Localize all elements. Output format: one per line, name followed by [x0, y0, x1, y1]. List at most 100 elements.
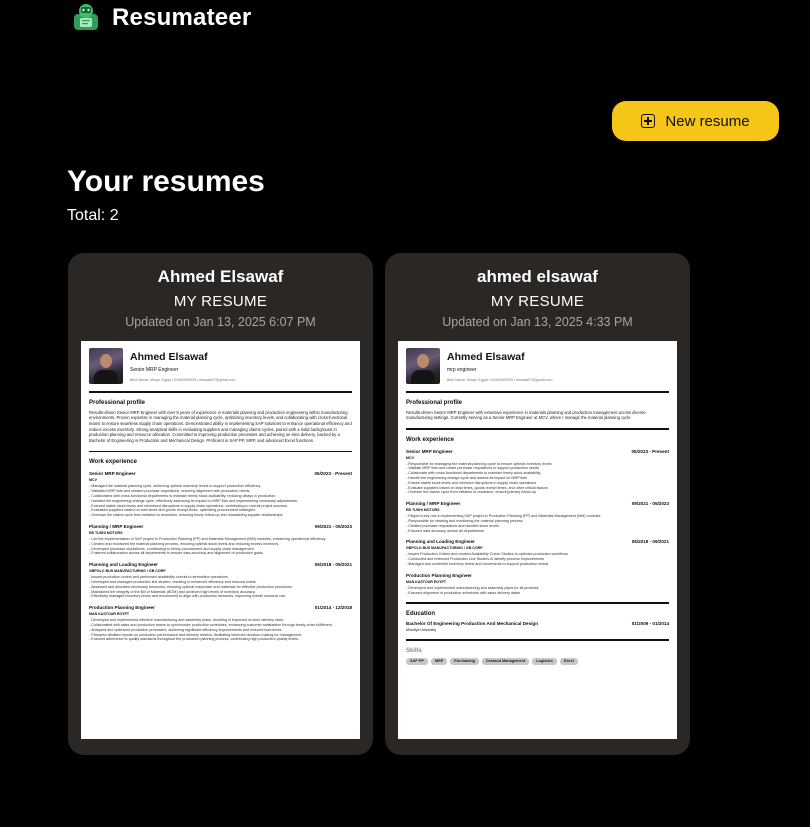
divider: [406, 602, 669, 604]
resume-preview[interactable]: Ahmed Elsawaf mrp engineer Beni Mazar, M…: [398, 341, 677, 739]
section-title: Skills: [406, 647, 422, 654]
preview-role: mrp engineer: [447, 367, 477, 373]
job-bullet: Ensured alignment of production schedule…: [406, 591, 669, 596]
page-title: Your resumes: [67, 165, 265, 198]
skill-chip: Logistics: [532, 657, 557, 665]
job-date: 01/2014 - 12/2018: [314, 605, 352, 611]
divider: [406, 391, 669, 393]
job-company: MAN KASTOUR EGYPT: [406, 579, 447, 584]
profile-photo: [89, 348, 123, 384]
job-header: Production Planning Engineer 01/2014 - 12…: [89, 605, 352, 610]
app-title[interactable]: Resumateer: [112, 4, 251, 32]
job-bullets: Led the implementation of SAP project in…: [89, 537, 352, 556]
preview-name: Ahmed Elsawaf: [447, 351, 525, 363]
divider: [89, 450, 352, 453]
job-entry: Senior MRP Engineer 05/2023 - Present MCV R…: [406, 449, 669, 496]
skill-chip: Purchasing: [450, 657, 479, 665]
job-entry: Planning and Loading Engineer 06/2018 - 0…: [406, 539, 669, 566]
preview-fade: [81, 679, 360, 739]
job-bullet: Managed and controlled inventory levels …: [406, 562, 669, 567]
profile-photo: [406, 348, 440, 384]
job-date: 05/2023 - Present: [631, 448, 669, 454]
job-title: Planning / MRP Engineer: [406, 501, 461, 507]
updated-timestamp: Updated on Jan 13, 2025 4:33 PM: [442, 315, 633, 329]
skill-chip: Excel: [559, 657, 578, 665]
new-resume-label: New resume: [665, 112, 750, 130]
job-entry: Planning and Loading Engineer 06/2018 - 0…: [89, 562, 352, 599]
resume-owner-name: Ahmed Elsawaf: [157, 267, 284, 286]
job-bullet: Fostered collaboration across all depart…: [89, 551, 352, 556]
skill-list: SAP PP MRP Purchasing Demand Management Logi…: [406, 657, 669, 665]
job-bullet: Effectively managed inventory levels and…: [89, 594, 352, 599]
job-header: Senior MRP Engineer 05/2023 - Present: [89, 471, 352, 476]
job-title: Senior MRP Engineer: [89, 471, 136, 477]
job-company: GBPOLO BUS MANUFACTURING / GB CORP: [89, 569, 166, 574]
job-bullet: Oversee the claims cycle from initiation…: [406, 490, 669, 495]
resume-count: Total: 2: [67, 207, 119, 224]
plus-square-icon: [641, 114, 656, 128]
job-bullet: Ensured data accuracy across all departm…: [406, 529, 669, 534]
job-bullets: Responsible for managing the material pl…: [406, 462, 669, 496]
job-bullets: Managed the material planning cycle, ach…: [89, 484, 352, 518]
job-bullets: Issued production orders and performed a…: [89, 575, 352, 599]
job-bullet: Ensured adherence to quality standards t…: [89, 637, 352, 642]
job-bullets: Issued Production Orders and created Ava…: [406, 552, 669, 566]
divider: [406, 638, 669, 641]
job-entry: Production Planning Engineer MAN KASTOUR …: [406, 573, 669, 596]
divider: [406, 428, 669, 430]
updated-timestamp: Updated on Jan 13, 2025 6:07 PM: [125, 315, 316, 329]
job-entry: Planning / MRP Engineer 09/2021 - 05/2023…: [89, 524, 352, 556]
job-header: Planning / MRP Engineer 09/2021 - 05/2023: [89, 524, 352, 529]
section-title: Work experience: [89, 459, 137, 466]
job-header: Senior MRP Engineer 05/2023 - Present: [406, 449, 669, 454]
new-resume-button[interactable]: New resume: [612, 101, 779, 141]
job-header: Planning / MRP Engineer 09/2021 - 05/2023: [406, 501, 669, 506]
divider: [89, 391, 352, 393]
job-title: Production Planning Engineer: [406, 572, 472, 578]
job-entry: Planning / MRP Engineer 09/2021 - 05/2023…: [406, 501, 669, 533]
education-school: Minufiya University: [406, 627, 437, 632]
job-date: 06/2018 - 09/2021: [314, 562, 352, 568]
skill-chip: MRP: [430, 657, 448, 665]
job-date: 06/2018 - 09/2021: [631, 539, 669, 545]
profile-summary: Results-driven Senior MRP Engineer with …: [406, 409, 646, 421]
job-list: Senior MRP Engineer 05/2023 - Present MCV R…: [406, 449, 669, 596]
logo-icon[interactable]: [70, 2, 102, 34]
section-title: Work experience: [406, 436, 454, 443]
resume-name: MY RESUME: [173, 293, 268, 310]
job-bullets: Developed and implemented manufacturing …: [406, 586, 669, 596]
job-company: EB TUSHI MOTORS: [89, 530, 123, 535]
job-date: 09/2021 - 05/2023: [631, 501, 669, 507]
job-company: EB TUSHI MOTORS: [406, 508, 440, 513]
resume-card[interactable]: Ahmed Elsawaf MY RESUME Updated on Jan 1…: [68, 253, 373, 755]
education-date: 01/2009 - 01/2014: [631, 620, 669, 626]
resume-card[interactable]: ahmed elsawaf MY RESUME Updated on Jan 1…: [385, 253, 690, 755]
skill-chip: Demand Management: [481, 657, 530, 665]
job-company: MAN KASTOUR EGYPT: [89, 612, 130, 617]
job-header: Production Planning Engineer: [406, 573, 669, 578]
preview-name: Ahmed Elsawaf: [130, 351, 208, 363]
education-degree: Bachelor Of Engineering Production And M…: [406, 620, 539, 626]
job-header: Planning and Loading Engineer 06/2018 - 0…: [406, 539, 669, 544]
job-company: MCV: [89, 478, 97, 483]
preview-contact: Beni Mazar, Minya, Egypt • 01062905929 •…: [447, 378, 553, 382]
preview-contact: Beni Mazar, Minya, Egypt • 01062905929 •…: [130, 378, 236, 382]
job-title: Planning and Loading Engineer: [406, 539, 475, 545]
job-title: Planning / MRP Engineer: [89, 523, 144, 529]
preview-role: Senior MRP Engineer: [130, 367, 179, 373]
section-title: Professional profile: [89, 399, 146, 406]
job-entry: Production Planning Engineer 01/2014 - 12…: [89, 605, 352, 642]
resume-preview[interactable]: Ahmed Elsawaf Senior MRP Engineer Beni M…: [81, 341, 360, 739]
profile-summary: Results-driven Senior MRP Engineer with …: [89, 409, 352, 444]
app-header: Resumateer: [70, 2, 251, 34]
job-entry: Senior MRP Engineer 05/2023 - Present MCVM…: [89, 471, 352, 518]
section-title: Education: [406, 610, 436, 617]
education-row: Bachelor Of Engineering Production And M…: [406, 621, 669, 626]
skill-chip: SAP PP: [406, 657, 428, 665]
job-title: Production Planning Engineer: [89, 605, 155, 611]
job-company: MCV: [406, 455, 414, 460]
job-bullets: Developed and implemented effective manu…: [89, 618, 352, 642]
job-company: GBPOLO BUS MANUFACTURING / GB CORP: [406, 546, 483, 551]
resume-owner-name: ahmed elsawaf: [477, 267, 598, 286]
job-header: Planning and Loading Engineer 06/2018 - 0…: [89, 562, 352, 567]
